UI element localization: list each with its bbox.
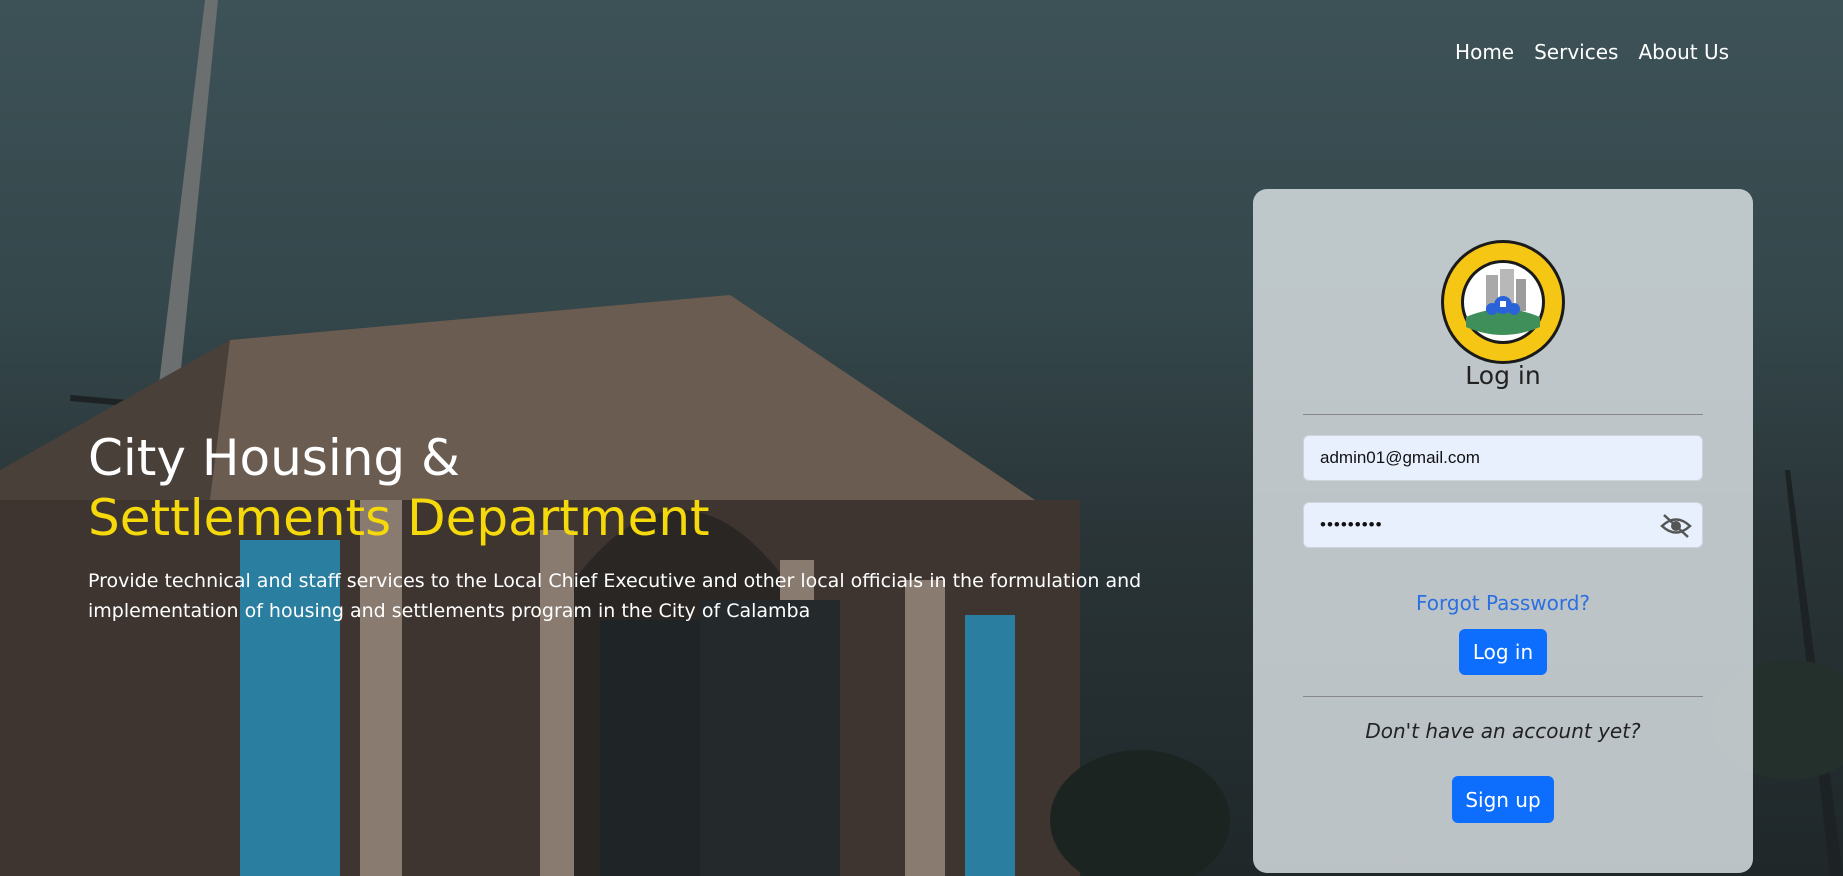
divider-bottom [1303,696,1703,697]
login-button[interactable]: Log in [1459,629,1547,675]
top-nav: Home Services About Us [1455,40,1729,64]
nav-services-link[interactable]: Services [1534,40,1618,64]
nav-home-link[interactable]: Home [1455,40,1514,64]
login-card: Log in admin01@gmail.com ••••••••• Forgo… [1253,189,1753,873]
password-field-value: ••••••••• [1320,515,1383,534]
password-field[interactable]: ••••••••• [1303,502,1703,548]
email-field-value: admin01@gmail.com [1320,448,1480,467]
nav-about-us-link[interactable]: About Us [1638,40,1729,64]
divider-top [1303,414,1703,415]
hero-title-line2: Settlements Department [88,489,710,547]
signup-button[interactable]: Sign up [1452,776,1554,823]
hero-description: Provide technical and staff services to … [88,570,1142,622]
email-field[interactable]: admin01@gmail.com [1303,435,1703,481]
no-account-text: Don't have an account yet? [1365,719,1641,743]
department-seal-logo [1440,239,1566,365]
forgot-password-link[interactable]: Forgot Password? [1253,591,1753,615]
login-title: Log in [1465,361,1541,390]
hero-title-line1: City Housing & [88,429,461,487]
eye-slash-icon[interactable] [1660,513,1692,539]
hero-section: City Housing & Settlements Department Pr… [88,428,1228,626]
